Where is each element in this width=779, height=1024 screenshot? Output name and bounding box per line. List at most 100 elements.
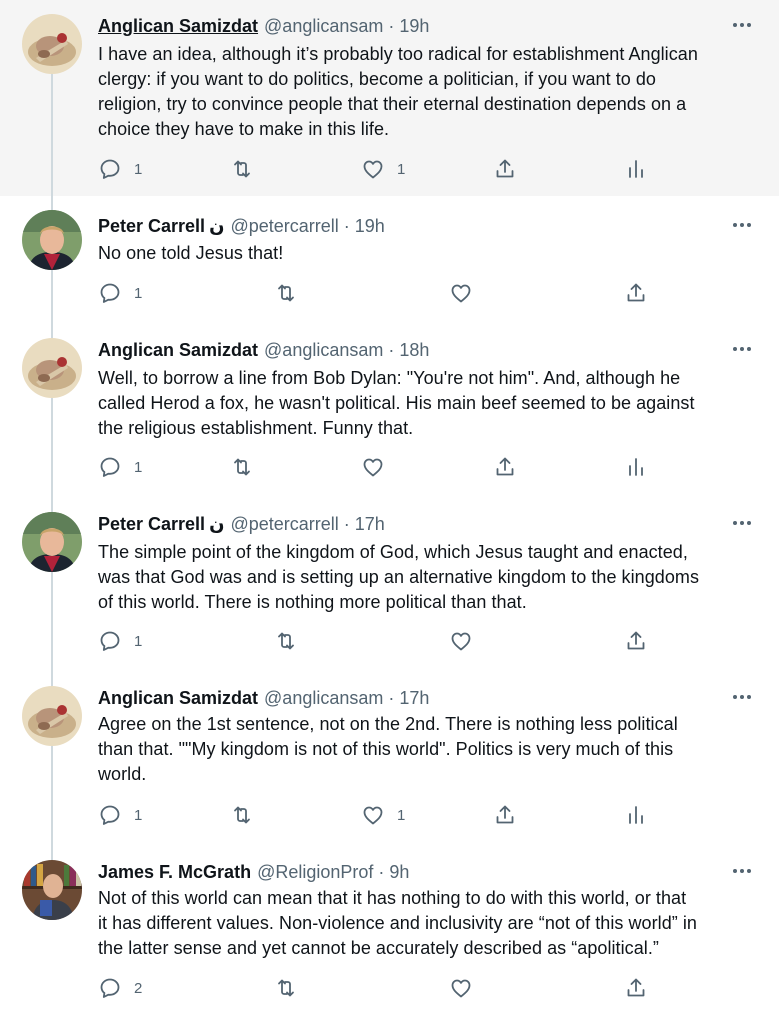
retweet-button[interactable] <box>230 800 254 830</box>
reply-button[interactable]: 1 <box>98 452 142 482</box>
action-bar: 1 1 <box>0 154 779 184</box>
reply-button[interactable]: 2 <box>98 973 142 1003</box>
man-avatar[interactable] <box>22 512 82 572</box>
painting-avatar[interactable] <box>22 14 82 74</box>
display-name[interactable]: James F. McGrath <box>98 862 251 883</box>
display-name[interactable]: Anglican Samizdat <box>98 340 258 361</box>
user-handle[interactable]: @petercarrell <box>230 216 338 237</box>
like-icon <box>451 632 471 651</box>
reply-button[interactable]: 1 <box>98 154 142 184</box>
tweet-line: the latter sense and yet cannot be accur… <box>98 938 659 958</box>
share-button[interactable] <box>624 626 648 656</box>
like-button[interactable] <box>449 278 473 308</box>
bookshelf-avatar[interactable] <box>22 860 82 920</box>
tweet-header: Anglican Samizdat @anglicansam · 19h <box>98 14 429 38</box>
retweet-button[interactable] <box>230 452 254 482</box>
more-icon[interactable] <box>733 521 751 525</box>
user-handle[interactable]: @petercarrell <box>230 514 338 535</box>
tweet-text: Not of this world can mean that it has n… <box>98 886 755 961</box>
reply-button[interactable]: 1 <box>98 278 142 308</box>
tweet-line: Agree on the 1st sentence, not on the 2n… <box>98 714 678 734</box>
reply-icon <box>100 159 120 179</box>
retweet-icon <box>278 979 294 997</box>
tweet-line: I have an idea, although it’s probably t… <box>98 44 698 64</box>
painting-avatar[interactable] <box>22 338 82 398</box>
painting-avatar[interactable] <box>22 686 82 746</box>
user-handle[interactable]: @anglicansam <box>264 340 383 361</box>
retweet-button[interactable] <box>274 626 298 656</box>
reply-count: 1 <box>134 160 143 178</box>
display-name[interactable]: Peter Carrell <box>98 514 205 535</box>
man-avatar[interactable] <box>22 210 82 270</box>
more-icon[interactable] <box>733 869 751 873</box>
like-icon <box>363 160 383 179</box>
tweet-line: the religious establishment. Funny that. <box>98 418 414 438</box>
reply-count: 1 <box>134 458 143 476</box>
like-button[interactable] <box>361 452 385 482</box>
timestamp[interactable]: 19h <box>399 16 429 37</box>
timestamp[interactable]: 17h <box>355 514 385 535</box>
tweet-line: choice they have to make in this life. <box>98 119 390 139</box>
timestamp[interactable]: 18h <box>399 340 429 361</box>
retweet-icon <box>234 806 250 824</box>
more-icon[interactable] <box>733 347 751 351</box>
reply-count: 1 <box>134 284 143 302</box>
share-icon <box>627 978 645 997</box>
user-handle[interactable]: @anglicansam <box>264 16 383 37</box>
share-button[interactable] <box>624 973 648 1003</box>
retweet-button[interactable] <box>274 278 298 308</box>
tweet[interactable]: Anglican Samizdat @anglicansam · 18h Wel… <box>0 334 779 508</box>
tweet-line: religion, try to convince people that th… <box>98 94 687 114</box>
like-button[interactable]: 1 <box>361 800 405 830</box>
tweet-line: world. <box>98 764 147 784</box>
user-handle[interactable]: @ReligionProf <box>257 862 373 883</box>
timestamp[interactable]: 9h <box>389 862 409 883</box>
tweet-text: The simple point of the kingdom of God, … <box>98 540 755 615</box>
more-icon[interactable] <box>733 23 751 27</box>
tweet[interactable]: Peter Carrell ن @petercarrell · 19h No o… <box>0 196 779 334</box>
tweet-header: Anglican Samizdat @anglicansam · 18h <box>98 338 429 362</box>
timestamp[interactable]: 17h <box>399 688 429 709</box>
display-name[interactable]: Anglican Samizdat <box>98 688 258 709</box>
reply-icon <box>100 283 120 303</box>
like-count: 1 <box>397 160 406 178</box>
analytics-button[interactable] <box>624 800 648 830</box>
retweet-button[interactable] <box>230 154 266 184</box>
separator: · <box>388 339 395 360</box>
separator: · <box>388 687 395 708</box>
action-bar: 2 <box>0 973 779 1003</box>
display-name[interactable]: Anglican Samizdat <box>98 16 258 37</box>
tweet[interactable]: Anglican Samizdat @anglicansam · 17h Agr… <box>0 682 779 856</box>
more-icon[interactable] <box>733 695 751 699</box>
tweet[interactable]: Anglican Samizdat @anglicansam · 19h I h… <box>0 0 779 196</box>
analytics-button[interactable] <box>624 154 648 184</box>
tweet[interactable]: Peter Carrell ن @petercarrell · 17h The … <box>0 508 779 682</box>
more-icon[interactable] <box>733 223 751 227</box>
user-handle[interactable]: @anglicansam <box>264 688 383 709</box>
share-button[interactable] <box>493 800 517 830</box>
separator: · <box>378 861 385 882</box>
retweet-button[interactable] <box>274 973 298 1003</box>
like-button[interactable] <box>449 973 473 1003</box>
share-button[interactable] <box>493 154 517 184</box>
separator: · <box>343 215 350 236</box>
reply-icon <box>100 631 120 651</box>
action-bar: 1 <box>0 278 779 308</box>
thread-line <box>51 196 53 210</box>
tweet-header: Peter Carrell ن @petercarrell · 19h <box>98 214 385 238</box>
tweet-line: was that God was and is setting up an al… <box>98 567 699 587</box>
share-button[interactable] <box>624 278 648 308</box>
tweet-header: Peter Carrell ن @petercarrell · 17h <box>98 512 385 536</box>
like-icon <box>451 979 471 998</box>
analytics-button[interactable] <box>624 452 648 482</box>
share-button[interactable] <box>493 452 517 482</box>
timestamp[interactable]: 19h <box>355 216 385 237</box>
display-name[interactable]: Peter Carrell <box>98 216 205 237</box>
reply-button[interactable]: 1 <box>98 626 142 656</box>
like-button[interactable]: 1 <box>361 154 405 184</box>
name-suffix: ن <box>209 215 225 237</box>
tweet[interactable]: James F. McGrath @ReligionProf · 9h Not … <box>0 856 779 1024</box>
like-icon <box>363 806 383 825</box>
like-button[interactable] <box>449 626 473 656</box>
reply-button[interactable]: 1 <box>98 800 142 830</box>
